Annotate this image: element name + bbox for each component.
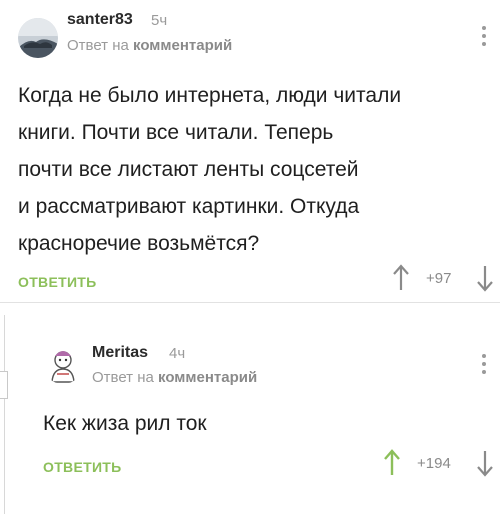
arrow-down-icon[interactable] (476, 264, 494, 292)
reply-button[interactable]: ОТВЕТИТЬ (43, 459, 122, 475)
avatar[interactable] (43, 344, 83, 384)
username[interactable]: Meritas (92, 344, 148, 362)
comment: santer83 5ч Ответ на комментарий Когда н… (0, 0, 500, 300)
avatar[interactable] (18, 18, 58, 58)
more-vertical-icon[interactable] (482, 354, 486, 378)
comment-line: Когда не было интернета, люди читали (18, 84, 402, 107)
rating: +97 (426, 270, 452, 287)
comment: Meritas 4ч Ответ на комментарий Кек жиза… (0, 303, 500, 514)
reply-to-prefix: Ответ на (92, 369, 154, 386)
arrow-up-icon[interactable] (383, 449, 401, 477)
comment-line: Кек жиза рил ток (43, 412, 207, 435)
comment-line: красноречие возьмётся? (18, 232, 260, 255)
comment-time: 5ч (151, 12, 168, 29)
username[interactable]: santer83 (67, 11, 133, 29)
reply-to-info: Ответ на комментарий (92, 369, 257, 386)
arrow-down-icon[interactable] (476, 449, 494, 477)
comment-body: Когда не было интернета, люди читали кни… (18, 77, 488, 262)
reply-to-prefix: Ответ на (67, 37, 129, 54)
comment-line: почти все листают ленты соцсетей (18, 158, 359, 181)
comment-line: и рассматривают картинки. Откуда (18, 195, 360, 218)
reply-button[interactable]: ОТВЕТИТЬ (18, 274, 97, 290)
reply-to-info: Ответ на комментарий (67, 37, 232, 54)
reply-to-link[interactable]: комментарий (133, 37, 232, 54)
rating: +194 (417, 455, 451, 472)
arrow-up-icon[interactable] (392, 264, 410, 292)
more-vertical-icon[interactable] (482, 26, 486, 50)
reply-to-link[interactable]: комментарий (158, 369, 257, 386)
comment-time: 4ч (169, 345, 186, 362)
comment-line: книги. Почти все читали. Теперь (18, 121, 334, 144)
comment-body: Кек жиза рил ток (43, 405, 483, 442)
